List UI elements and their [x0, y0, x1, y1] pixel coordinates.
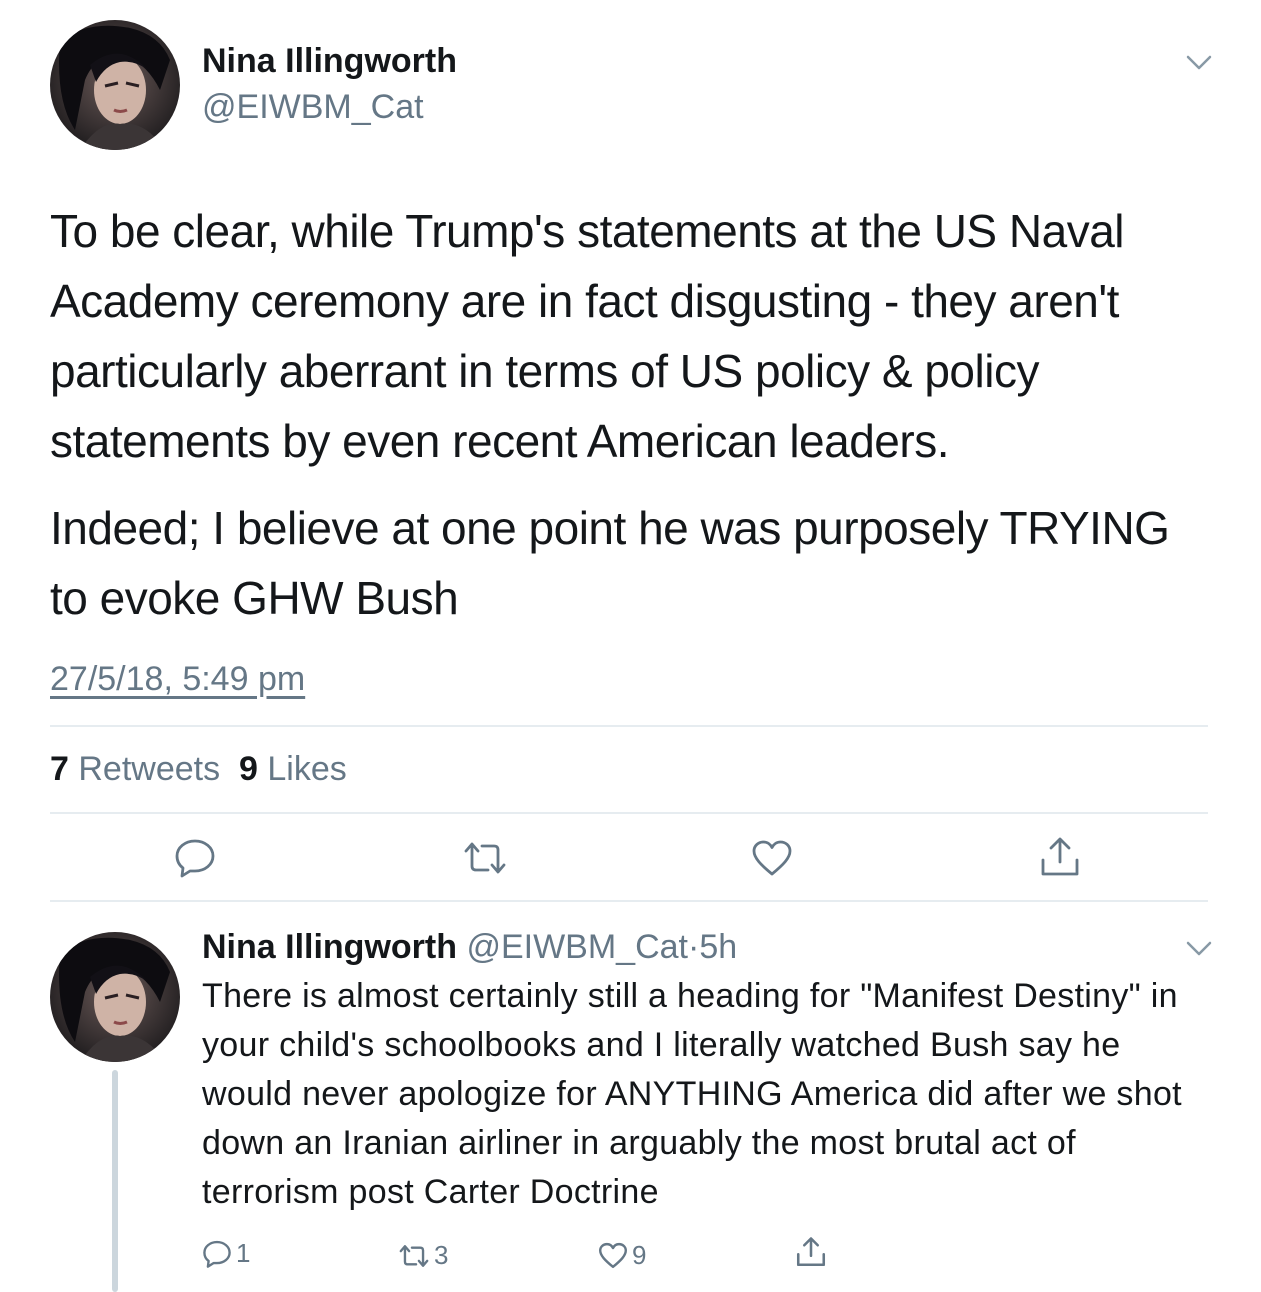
retweets-link[interactable]: 7 Retweets [50, 750, 220, 788]
tweet-text-paragraph-1: To be clear, while Trump's statements at… [50, 205, 1125, 467]
share-icon [796, 1237, 826, 1267]
reply-button[interactable] [174, 838, 216, 878]
reply-reply-button[interactable]: 1 [202, 1238, 250, 1269]
reply-author-handle[interactable]: @EIWBM_Cat [466, 928, 688, 966]
reply-header: Nina Illingworth @EIWBM_Cat·5h [202, 928, 737, 967]
likes-link[interactable]: 9 Likes [239, 750, 347, 788]
chevron-down-icon[interactable] [1185, 54, 1213, 77]
reply-retweet-count: 3 [434, 1240, 449, 1270]
divider [50, 725, 1208, 727]
divider [50, 900, 1208, 902]
divider [50, 812, 1208, 814]
reply-author-name[interactable]: Nina Illingworth [202, 928, 457, 966]
like-icon [599, 1242, 627, 1269]
like-label: Likes [267, 750, 347, 788]
reply-author-avatar[interactable] [50, 932, 180, 1062]
reply-icon [203, 1240, 231, 1268]
retweet-icon [399, 1244, 429, 1267]
share-icon [1041, 837, 1079, 876]
engagement-stats: 7 Retweets 9 Likes [50, 750, 347, 789]
share-button[interactable] [1040, 836, 1080, 878]
like-count: 9 [239, 750, 258, 788]
reply-chevron-down-icon[interactable] [1185, 940, 1213, 963]
retweet-button[interactable] [462, 840, 508, 876]
author-handle[interactable]: @EIWBM_Cat [202, 88, 424, 127]
reply-text: There is almost certainly still a headin… [202, 977, 1182, 1211]
reply-like-button[interactable]: 9 [598, 1240, 646, 1271]
author-name[interactable]: Nina Illingworth [202, 42, 457, 81]
reply-count: 1 [236, 1238, 251, 1268]
tweet-text-paragraph-2: Indeed; I believe at one point he was pu… [50, 502, 1170, 624]
reply-age[interactable]: 5h [699, 928, 737, 966]
reply-retweet-button[interactable]: 3 [398, 1240, 448, 1271]
retweet-label: Retweets [78, 750, 221, 788]
retweet-icon [464, 842, 506, 874]
like-button[interactable] [751, 839, 793, 877]
retweet-count: 7 [50, 750, 69, 788]
reply-share-button[interactable] [796, 1236, 826, 1273]
thread-line [112, 1070, 118, 1292]
separator-dot: · [688, 928, 700, 966]
like-icon [752, 840, 792, 876]
reply-like-count: 9 [632, 1240, 647, 1270]
author-avatar[interactable] [50, 20, 180, 150]
tweet-timestamp[interactable]: 27/5/18, 5:49 pm [50, 660, 305, 699]
reply-icon [175, 839, 215, 878]
